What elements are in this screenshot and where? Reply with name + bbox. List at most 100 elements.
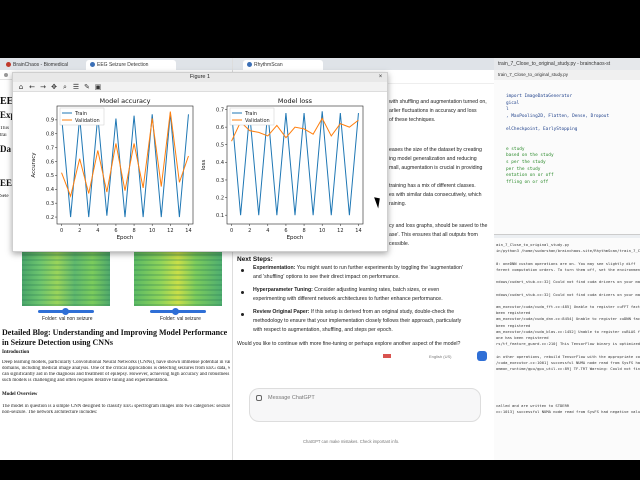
- site-icon: [90, 62, 95, 67]
- ide-file-tab[interactable]: train_7_Close_to_original_study.py: [498, 72, 568, 77]
- tab-label: EEG Seizure Detection: [97, 62, 149, 68]
- bullet-text: Consider adjusting learning rates, batch…: [312, 287, 440, 293]
- bullet-title: Review Original Paper:: [253, 309, 310, 315]
- terminal-line: 0: oneDNN custom operations are on. You …: [496, 260, 636, 266]
- y-tick-label: 0.7: [216, 107, 224, 113]
- bullet-title: Experimentation:: [253, 265, 296, 271]
- code-line: elCheckpoint, EarlyStopping: [506, 127, 578, 132]
- terminal-line: ommon_runtime/gpu/gpu_util.cc:89] TF-TRT…: [496, 366, 640, 371]
- tab-brainchaos[interactable]: BrainChaos - Biomedical: [2, 60, 84, 70]
- configure-icon[interactable]: ☰: [72, 83, 80, 91]
- attach-icon[interactable]: [256, 395, 262, 401]
- x-tick-label: 10: [149, 228, 155, 234]
- close-icon[interactable]: ×: [377, 74, 384, 81]
- terminal-line: ferent computation orders. To turn them …: [496, 266, 640, 272]
- pan-icon[interactable]: ✥: [50, 83, 58, 91]
- edit-icon[interactable]: ✎: [83, 83, 91, 91]
- bullet-text: You might want to run further experiment…: [295, 265, 463, 271]
- bullet-line: Hyperparameter Tuning: Consider adjustin…: [253, 286, 489, 295]
- series-line-train: [61, 112, 189, 218]
- send-button[interactable]: [477, 351, 487, 361]
- x-axis-label: Epoch: [287, 235, 304, 241]
- bullet-dot: [241, 291, 244, 294]
- chat-line: of these techniques.: [389, 117, 436, 123]
- ide-window: train_7_Close_to_original_study.py - bra…: [494, 58, 640, 460]
- y-tick-label: 0.3: [216, 178, 224, 184]
- ide-tab-bar: train_7_Close_to_original_study.py: [494, 70, 640, 80]
- tab-rhythmscan[interactable]: RhythmScan: [243, 60, 323, 70]
- legend-label: Train: [74, 111, 87, 117]
- chat-line: ing model generalization and reducing: [389, 156, 477, 162]
- bullet-line: methodology to ensure that your implemen…: [253, 318, 462, 324]
- y-tick-label: 0.7: [46, 145, 54, 151]
- terminal-line: ndows/cudart_stub.cc:32] Could not find …: [496, 291, 640, 297]
- legend-label: Validation: [245, 118, 270, 124]
- recording-icon[interactable]: [383, 354, 391, 358]
- x-tick-label: 12: [167, 228, 173, 234]
- y-tick-label: 0.6: [46, 159, 54, 165]
- bullet-line: Experimentation: You might want to run f…: [253, 264, 489, 273]
- back-icon[interactable]: ←: [28, 83, 36, 91]
- zoom-icon[interactable]: ⌕: [61, 83, 69, 91]
- x-tick-label: 0: [60, 228, 63, 234]
- y-axis-label: loss: [201, 160, 207, 171]
- left-tab-strip: BrainChaos - Biomedical EEG Seizure Dete…: [0, 58, 232, 70]
- section-heading-stub: EE: [0, 178, 13, 188]
- terminal-line: /cuda_executor.cc:1001] successful NUMA …: [496, 359, 640, 365]
- slider-handle[interactable]: [62, 308, 69, 315]
- code-line: l: [506, 107, 509, 113]
- chart-title: Model loss: [278, 97, 313, 105]
- message-placeholder: Message ChatGPT: [268, 395, 315, 401]
- code-line: entation on or off: [506, 173, 554, 179]
- panel-divider[interactable]: [494, 234, 640, 238]
- chat-line: ase'. This ensures that all outputs from: [389, 232, 478, 238]
- tab-eeg-seizure[interactable]: EEG Seizure Detection: [86, 60, 176, 70]
- x-tick-label: 2: [78, 228, 81, 234]
- slider-non-seizure[interactable]: [38, 308, 94, 315]
- language-select[interactable]: English (US): [429, 354, 451, 359]
- y-tick-label: 0.4: [216, 160, 224, 166]
- save-icon[interactable]: ▣: [94, 83, 102, 91]
- text-stub: Sele: [0, 194, 9, 199]
- chart-title: Model accuracy: [100, 97, 151, 105]
- bullet-line: Review Original Paper: If this setup is …: [253, 308, 489, 317]
- x-tick-label: 6: [114, 228, 117, 234]
- slider-seizure[interactable]: [150, 308, 206, 315]
- y-tick-label: 0.6: [216, 125, 224, 131]
- terminal-line: in other operations, rebuild TensorFlow …: [496, 353, 640, 359]
- terminal-line: one has been registered: [496, 335, 549, 340]
- terminal-line: cc:1013] successful NUMA node read from …: [496, 409, 640, 415]
- chat-line: es with similar data consecutively, whic…: [389, 192, 482, 198]
- tab-label: RhythmScan: [254, 62, 283, 68]
- chat-line: cy and loss graphs, should be saved to t…: [389, 223, 488, 229]
- terminal-line: am_executor/cuda/cuda_fft.cc:485] Unable…: [496, 304, 640, 309]
- y-tick-label: 0.9: [46, 118, 54, 124]
- back-icon[interactable]: [4, 73, 8, 77]
- chat-line: mall, augmentation is crucial in providi…: [389, 165, 483, 171]
- legend-label: Validation: [75, 118, 100, 124]
- code-line: e study: [506, 146, 525, 152]
- desktop-top-band: [0, 0, 640, 56]
- terminal-line: in/python3 /home/sudarshan/brainchaos-si…: [496, 248, 640, 254]
- site-icon: [247, 62, 252, 67]
- chat-line: eases the size of the dataset by creatin…: [389, 147, 482, 153]
- x-tick-label: 14: [185, 228, 191, 234]
- message-input[interactable]: Message ChatGPT: [249, 388, 481, 422]
- x-tick-label: 8: [302, 228, 305, 234]
- slider-handle[interactable]: [172, 308, 179, 315]
- home-icon[interactable]: ⌂: [17, 83, 25, 91]
- chat-line: training has a mix of different classes.: [389, 183, 476, 189]
- terminal-line: been registered: [496, 322, 531, 328]
- y-tick-label: 0.2: [216, 195, 224, 201]
- terminal-line: called and are written to STDERR: [496, 403, 570, 409]
- x-tick-label: 6: [284, 228, 287, 234]
- legend-label: Train: [244, 111, 257, 117]
- y-tick-label: 0.3: [46, 201, 54, 207]
- disclaimer: ChatGPT can make mistakes. Check importa…: [303, 439, 400, 444]
- x-tick-label: 10: [319, 228, 325, 234]
- chat-tab-strip: RhythmScan: [233, 58, 494, 70]
- forward-icon[interactable]: →: [39, 83, 47, 91]
- tab-label: BrainChaos - Biomedical: [13, 62, 69, 68]
- figure-toolbar: ⌂ ← → ✥ ⌕ ☰ ✎ ▣: [13, 82, 387, 92]
- bullet-dot: [241, 269, 244, 272]
